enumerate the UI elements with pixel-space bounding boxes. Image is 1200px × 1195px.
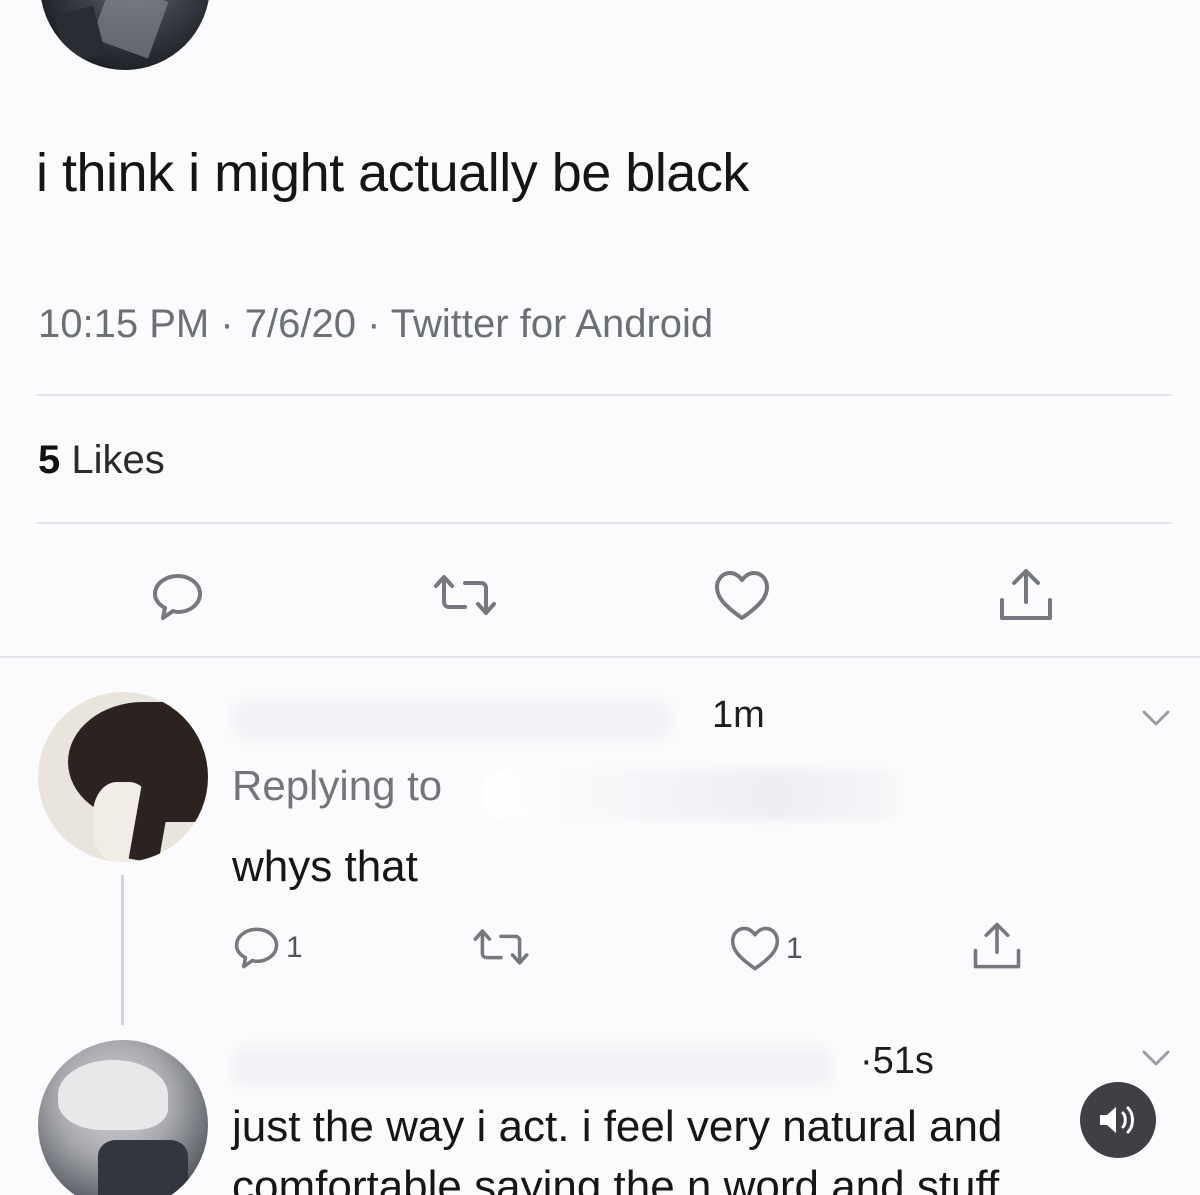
like-button[interactable]: 1 (728, 924, 803, 974)
chevron-down-icon[interactable] (1138, 1046, 1174, 1070)
author-avatar[interactable] (40, 0, 210, 70)
speaker-icon (1100, 1106, 1134, 1134)
share-button[interactable] (970, 920, 1024, 972)
reply-button[interactable]: 1 (232, 924, 303, 972)
reply-icon (234, 927, 279, 969)
likes-number: 5 (38, 438, 61, 482)
reply-timestamp: ·51s (860, 1040, 934, 1082)
reply-text: whys that (232, 842, 418, 891)
reply-count: 1 (286, 931, 303, 964)
tweet-meta: 10:15 PM · 7/6/20 · Twitter for Android (38, 302, 714, 346)
share-icon (1000, 569, 1052, 620)
like-button[interactable] (712, 568, 772, 624)
divider (36, 394, 1172, 396)
retweet-icon (434, 575, 496, 615)
like-count: 1 (786, 932, 803, 965)
tweet-text: i think i might actually be black (36, 143, 749, 203)
reply-text-line: just the way i act. i feel very natural … (232, 1102, 1003, 1151)
retweet-icon (473, 929, 529, 965)
retweet-button[interactable] (470, 926, 532, 968)
reply-author-name (232, 700, 672, 740)
reply-icon (153, 574, 202, 620)
likes-count[interactable]: 5 Likes (38, 438, 165, 483)
share-button[interactable] (996, 566, 1056, 624)
reply-author-name (232, 1046, 832, 1086)
chevron-down-icon[interactable] (1138, 706, 1174, 730)
like-icon (730, 926, 780, 971)
thread-connector (121, 875, 124, 1025)
replying-to-label: Replying to (232, 762, 443, 809)
reply-author-avatar[interactable] (38, 1040, 208, 1195)
tweet-thread-screen: i think i might actually be black 10:15 … (0, 0, 1200, 1195)
reply-timestamp: 1m (712, 694, 765, 736)
divider (0, 656, 1200, 658)
replying-to-handle[interactable] (482, 770, 902, 820)
share-icon (973, 922, 1021, 969)
likes-label: Likes (71, 438, 165, 482)
retweet-button[interactable] (430, 572, 500, 618)
like-icon (715, 571, 769, 620)
reply-button[interactable] (150, 570, 206, 624)
sound-toggle-button[interactable] (1080, 1082, 1156, 1158)
divider (36, 522, 1172, 524)
reply-text-line: comfortable saying the n word and stuff (232, 1162, 1000, 1195)
reply-author-avatar[interactable] (38, 692, 208, 862)
